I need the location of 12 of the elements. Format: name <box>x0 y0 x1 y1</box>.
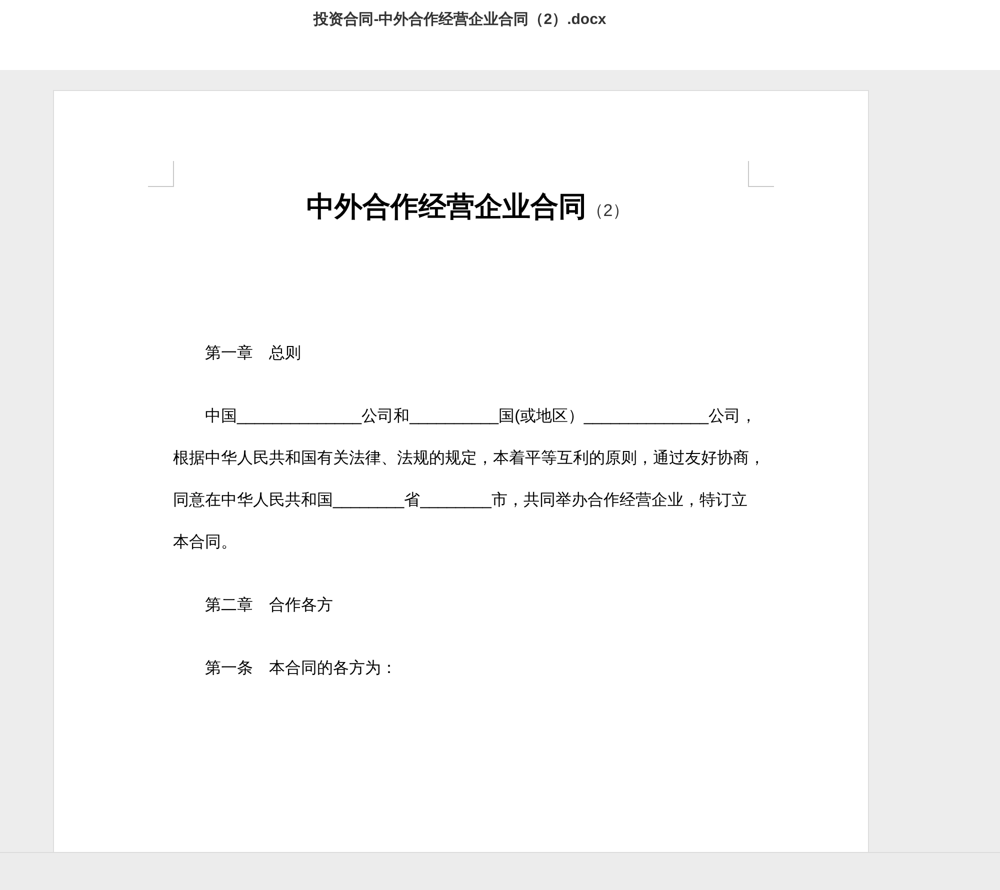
text-line: 中国______________公司和__________国(或地区）______________公司， <box>205 406 756 427</box>
text-line: 本合同。 <box>173 532 237 553</box>
margin-corner-mark <box>148 161 174 187</box>
text-line: 第一条 本合同的各方为： <box>205 658 397 679</box>
title-suffix: （2） <box>586 200 630 222</box>
text-line: 根据中华人民共和国有关法律、法规的规定，本着平等互利的原则，通过友好协商， <box>173 448 765 469</box>
window-title: 投资合同-中外合作经营企业合同（2）.docx <box>314 10 606 30</box>
text-line: 第一章 总则 <box>205 344 301 364</box>
document-title: 中外合作经营企业合同 <box>306 190 586 224</box>
text-line: 同意在中华人民共和国________省________市，共同举办合作经营企业，特订立 <box>173 490 748 511</box>
text-line: 第二章 合作各方 <box>205 596 333 616</box>
margin-corner-mark <box>748 161 774 187</box>
